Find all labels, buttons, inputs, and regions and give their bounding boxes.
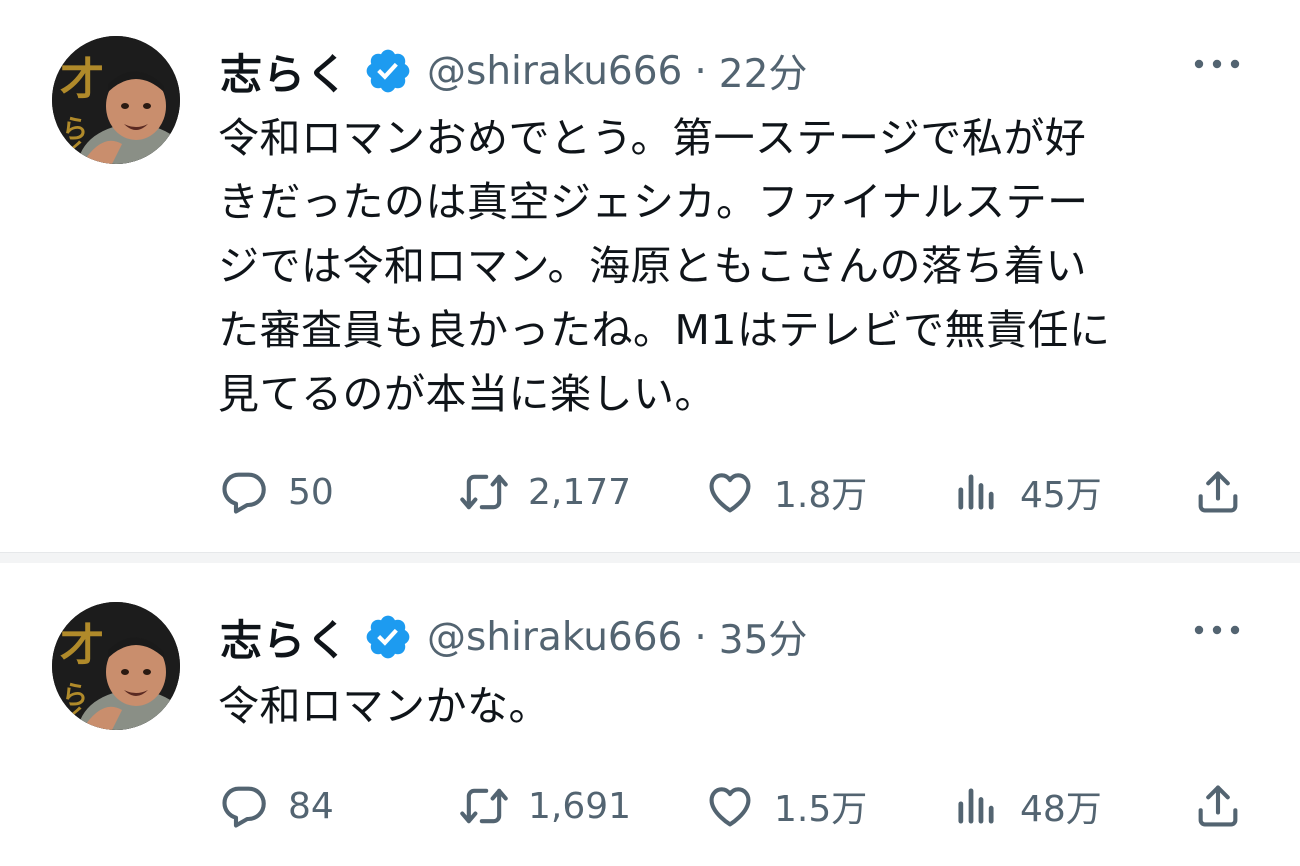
display-name[interactable]: 志らく: [220, 41, 349, 102]
more-dots-icon[interactable]: [1192, 46, 1242, 82]
heart-icon: [709, 473, 751, 513]
reply-button[interactable]: 50: [218, 462, 334, 522]
retweet-arrows-icon: [460, 474, 508, 510]
avatar-logo-text: 才: [60, 620, 104, 671]
retweet-button[interactable]: 2,177: [458, 462, 631, 522]
reply-count: 50: [288, 471, 334, 513]
views-count: 45万: [1020, 475, 1102, 516]
separator-dot: ·: [694, 48, 707, 94]
reply-count: 84: [288, 785, 334, 827]
avatar-image: 才 ら く: [52, 36, 180, 164]
reply-bubble-icon: [222, 472, 266, 514]
avatar-logo-text: 才: [60, 54, 104, 105]
handle[interactable]: @shiraku666: [427, 615, 682, 660]
timestamp[interactable]: 35分: [719, 609, 808, 665]
tweet-header: 志らく @shiraku666 · 35分: [220, 602, 807, 672]
views-button[interactable]: 48万: [950, 776, 1102, 836]
tweet-text-line: ジでは令和ロマン。海原ともこさんの落ち着い: [218, 242, 1088, 290]
tweet-text: 令和ロマンかな。: [218, 674, 1258, 738]
like-count: 1.5万: [774, 789, 868, 830]
avatar[interactable]: 才 ら く: [52, 602, 180, 730]
avatar[interactable]: 才 ら く: [52, 36, 180, 164]
reply-bubble-icon: [222, 786, 266, 828]
tweet-text-line: 令和ロマンおめでとう。第一ステージで私が好: [218, 114, 1087, 162]
heart-icon: [709, 787, 751, 827]
verified-badge-icon: [366, 615, 410, 659]
tweet[interactable]: 才 ら く 志らく @shiraku666 · 35分 令和ロマンかな。 84 …: [0, 566, 1300, 866]
reply-button[interactable]: 84: [218, 776, 334, 836]
tweet-divider: [0, 552, 1300, 563]
handle[interactable]: @shiraku666: [427, 49, 682, 94]
tweet-text-line: きだったのは真空ジェシカ。ファイナルステー: [218, 178, 1089, 226]
share-button[interactable]: [1192, 462, 1244, 522]
action-bar: 84 1,691 1.5万 48万: [218, 776, 1248, 836]
timestamp[interactable]: 22分: [719, 43, 808, 99]
share-upload-icon: [1198, 471, 1238, 513]
tweet-text-line: た審査員も良かったね。M1はテレビで無責任に: [218, 306, 1111, 354]
like-count: 1.8万: [774, 475, 868, 516]
share-upload-icon: [1198, 785, 1238, 827]
bar-chart-icon: [958, 474, 994, 510]
verified-badge-icon: [366, 49, 410, 93]
share-button[interactable]: [1192, 776, 1244, 836]
like-button[interactable]: 1.8万: [704, 462, 867, 522]
like-button[interactable]: 1.5万: [704, 776, 867, 836]
bar-chart-icon: [958, 788, 994, 824]
tweet-header: 志らく @shiraku666 · 22分: [220, 36, 807, 106]
more-dots-icon[interactable]: [1192, 612, 1242, 648]
display-name[interactable]: 志らく: [220, 607, 349, 668]
views-count: 48万: [1020, 789, 1102, 830]
action-bar: 50 2,177 1.8万 45万: [218, 462, 1248, 522]
views-button[interactable]: 45万: [950, 462, 1102, 522]
retweet-count: 2,177: [528, 471, 632, 513]
retweet-arrows-icon: [460, 788, 508, 824]
tweet-text-line: 令和ロマンかな。: [218, 682, 550, 730]
avatar-image: 才 ら く: [52, 602, 180, 730]
retweet-count: 1,691: [528, 785, 632, 827]
tweet-text: 令和ロマンおめでとう。第一ステージで私が好 きだったのは真空ジェシカ。ファイナル…: [218, 106, 1258, 426]
tweet-text-line: 見てるのが本当に楽しい。: [218, 370, 716, 418]
retweet-button[interactable]: 1,691: [458, 776, 631, 836]
tweet[interactable]: 才 ら く 志らく @shiraku666 · 22分 令和ロマンおめでとう。第…: [0, 0, 1300, 556]
separator-dot: ·: [694, 614, 707, 660]
